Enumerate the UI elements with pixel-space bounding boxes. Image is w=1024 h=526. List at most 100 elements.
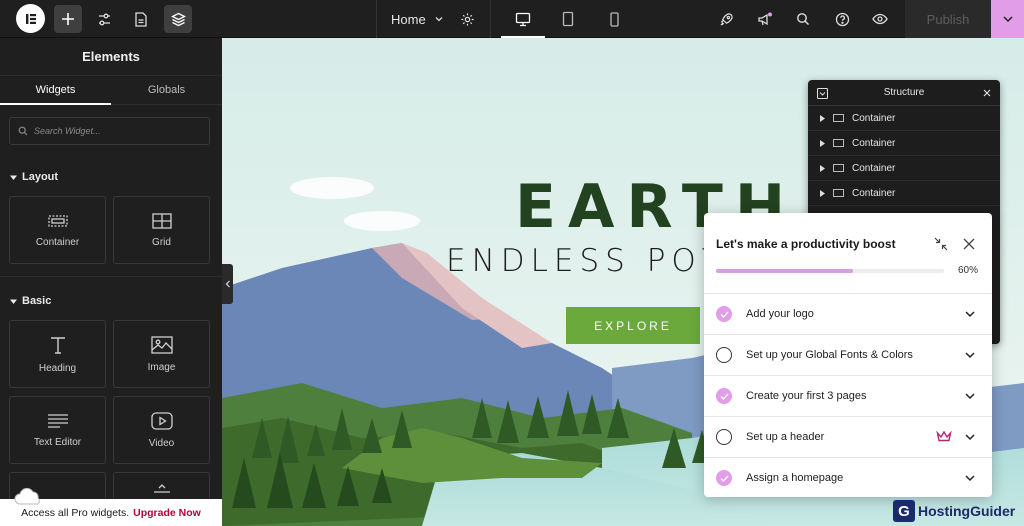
checklist-item[interactable]: Create your first 3 pages [704, 375, 992, 416]
checklist-item[interactable]: Assign a homepage [704, 457, 992, 498]
chevron-down-icon [965, 434, 975, 441]
watermark-text: HostingGuider [918, 503, 1016, 519]
chevron-down-icon [965, 393, 975, 400]
checklist-title: Let's make a productivity boost [716, 237, 896, 251]
widget-label: Image [147, 361, 176, 373]
checklist-item[interactable]: Add your logo [704, 293, 992, 334]
collapse-panel-button[interactable] [222, 264, 233, 304]
page-settings-gear-icon[interactable] [453, 5, 481, 33]
structure-item-label: Container [852, 137, 896, 149]
check-done-icon [716, 388, 732, 404]
widget-video[interactable]: Video [113, 396, 210, 464]
structure-item[interactable]: Container [808, 106, 1000, 131]
chevron-down-icon [435, 17, 443, 22]
widget-heading[interactable]: Heading [9, 320, 106, 388]
desktop-view-icon[interactable] [501, 0, 545, 38]
container-icon [833, 114, 844, 122]
check-open-icon [716, 347, 732, 363]
container-icon [833, 139, 844, 147]
watermark-logo: G HostingGuider [893, 500, 1015, 522]
container-icon [833, 164, 844, 172]
section-label: Layout [22, 171, 59, 183]
checklist-progress-bar [716, 269, 944, 273]
checklist-item[interactable]: Set up your Global Fonts & Colors [704, 334, 992, 375]
publish-options-button[interactable] [991, 0, 1024, 38]
pro-upgrade-bar: Access all Pro widgets. Upgrade Now [0, 487, 222, 526]
rocket-icon[interactable] [712, 5, 740, 33]
checklist-item-label: Create your first 3 pages [746, 390, 867, 402]
container-icon [833, 189, 844, 197]
upgrade-now-link[interactable]: Upgrade Now [133, 507, 201, 519]
tab-globals[interactable]: Globals [111, 76, 222, 104]
widget-text-editor[interactable]: Text Editor [9, 396, 106, 464]
panel-title: Elements [0, 38, 222, 76]
chevron-down-icon [965, 311, 975, 318]
page-settings-icon[interactable] [127, 5, 155, 33]
panel-tabs: Widgets Globals [0, 76, 222, 105]
caret-down-icon [10, 175, 17, 180]
close-icon[interactable] [963, 238, 975, 250]
chevron-down-icon [1002, 16, 1013, 23]
search-icon[interactable] [789, 5, 817, 33]
widget-container[interactable]: Container [9, 196, 106, 264]
structure-toggle-icon[interactable] [817, 88, 828, 99]
site-settings-icon[interactable] [90, 5, 118, 33]
checklist-item-label: Assign a homepage [746, 472, 844, 484]
video-icon [150, 411, 173, 430]
widget-label: Heading [38, 362, 77, 374]
tablet-view-icon[interactable] [546, 0, 590, 38]
chevron-left-icon [225, 280, 230, 288]
checklist-item-label: Set up your Global Fonts & Colors [746, 349, 913, 361]
section-basic[interactable]: Basic [10, 295, 51, 307]
checklist-progress-fill [716, 269, 853, 273]
structure-item-label: Container [852, 187, 896, 199]
widget-label: Text Editor [33, 436, 82, 448]
watermark-g-icon: G [893, 500, 915, 522]
structure-item[interactable]: Container [808, 131, 1000, 156]
chevron-down-icon [965, 475, 975, 482]
cloud-icon [14, 487, 40, 505]
widget-partial[interactable] [113, 472, 210, 502]
image-icon [150, 335, 173, 354]
structure-item[interactable]: Container [808, 181, 1000, 206]
help-icon[interactable] [828, 5, 856, 33]
widget-grid[interactable]: Grid [113, 196, 210, 264]
search-widget-field[interactable] [9, 117, 210, 145]
search-widget-input[interactable] [34, 126, 204, 136]
checklist-progress-label: 60% [958, 265, 979, 276]
notifications-icon[interactable] [751, 5, 779, 33]
explore-button[interactable]: EXPLORE [566, 307, 700, 344]
productivity-checklist: Let's make a productivity boost 60% Add … [704, 213, 992, 497]
structure-title: Structure [883, 87, 925, 98]
check-done-icon [716, 306, 732, 322]
structure-item-label: Container [852, 162, 896, 174]
publish-button[interactable]: Publish [905, 0, 991, 38]
caret-right-icon [820, 189, 825, 197]
tab-widgets[interactable]: Widgets [0, 76, 111, 105]
structure-item-label: Container [852, 112, 896, 124]
text-editor-icon [47, 413, 68, 428]
check-done-icon [716, 470, 732, 486]
elementor-logo-icon[interactable] [16, 4, 45, 33]
page-selector-label: Home [391, 11, 426, 27]
structure-layers-icon[interactable] [164, 5, 192, 33]
search-icon [18, 126, 28, 136]
checklist-item-label: Add your logo [746, 308, 814, 320]
minimize-icon[interactable] [934, 237, 948, 251]
section-layout[interactable]: Layout [10, 171, 58, 183]
add-element-button[interactable] [54, 5, 82, 33]
structure-item[interactable]: Container [808, 156, 1000, 181]
crown-pro-icon [936, 430, 952, 442]
checklist-item[interactable]: Set up a header [704, 416, 992, 457]
divider-icon [153, 483, 170, 493]
pro-bar-text: Access all Pro widgets. [21, 506, 130, 519]
chevron-down-icon [965, 352, 975, 359]
check-open-icon [716, 429, 732, 445]
close-icon[interactable] [983, 89, 991, 97]
preview-eye-icon[interactable] [866, 5, 894, 33]
widget-image[interactable]: Image [113, 320, 210, 388]
caret-down-icon [10, 299, 17, 304]
mobile-view-icon[interactable] [592, 0, 636, 38]
checklist-item-label: Set up a header [746, 431, 825, 443]
caret-right-icon [820, 114, 825, 122]
